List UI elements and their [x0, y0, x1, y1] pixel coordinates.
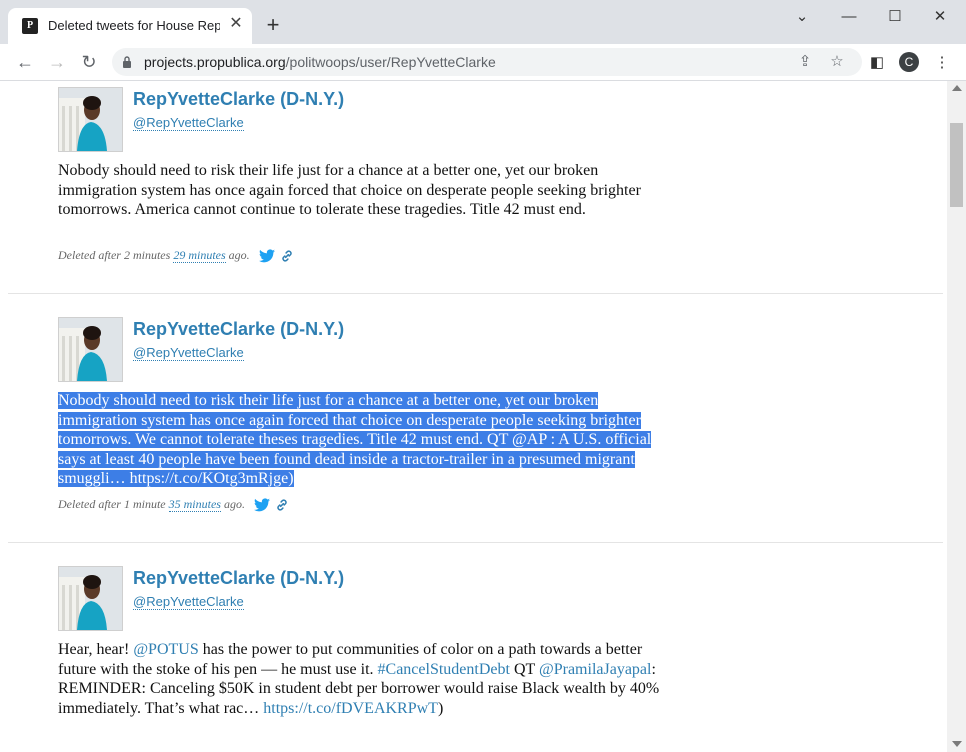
relative-time-link[interactable]: 29 minutes [173, 248, 226, 263]
tab-search-chevron-icon[interactable]: ⌄ [785, 6, 819, 28]
tweet-text-segment: Hear, hear! [58, 641, 134, 658]
tweet-text-segment: QT [509, 660, 539, 678]
tweet-author-handle[interactable]: @RepYvetteClarke [133, 345, 244, 361]
url-text: projects.propublica.org/politwoops/user/… [144, 54, 496, 70]
url-domain: projects.propublica.org [144, 54, 286, 70]
tweet-text-segment: ) [437, 699, 444, 717]
side-panel-icon[interactable]: ◧ [866, 52, 888, 74]
deleted-after-text: Deleted after 1 minute [58, 497, 166, 511]
tweet-author-handle[interactable]: @RepYvetteClarke [133, 594, 244, 610]
mention-link[interactable]: @PramilaJayapal [539, 661, 651, 678]
profile-photo[interactable] [58, 317, 123, 382]
share-icon[interactable]: ⇪ [794, 51, 816, 73]
hashtag-link[interactable]: #CancelStudentDebt [378, 661, 510, 678]
browser-tab[interactable]: P Deleted tweets for House Represe ✕ [8, 8, 252, 44]
profile-photo-image [59, 318, 122, 381]
bookmark-star-icon[interactable]: ☆ [826, 51, 848, 73]
tweet-meta: Deleted after 1 minute 35 minutes ago. [58, 497, 289, 512]
tco-link[interactable]: https://t.co/fDVEAKRPwT [263, 700, 438, 717]
forward-arrow-icon[interactable]: → [44, 50, 70, 74]
tweet-text: Hear, hear! @POTUS has the power to put … [58, 640, 663, 718]
profile-photo[interactable] [58, 566, 123, 631]
tweet-author-name[interactable]: RepYvetteClarke (D-N.Y.) [133, 89, 344, 110]
scroll-up-arrow-icon[interactable] [952, 85, 962, 91]
ago-text: ago. [223, 497, 245, 511]
lock-icon [123, 56, 131, 68]
vertical-scrollbar[interactable] [947, 81, 966, 752]
permalink-chain-icon[interactable] [275, 498, 289, 512]
ago-text: ago. [228, 248, 250, 262]
browser-titlebar: P Deleted tweets for House Represe ✕ + ⌄… [0, 0, 966, 44]
close-window-icon[interactable]: ✕ [923, 6, 957, 28]
selected-text: Nobody should need to risk their life ju… [58, 392, 652, 488]
new-tab-icon[interactable]: + [262, 14, 284, 36]
back-arrow-icon[interactable]: ← [12, 50, 38, 74]
tweet-author-name[interactable]: RepYvetteClarke (D-N.Y.) [133, 319, 344, 340]
tweet-author-name[interactable]: RepYvetteClarke (D-N.Y.) [133, 568, 344, 589]
tab-title: Deleted tweets for House Represe [48, 18, 220, 33]
scroll-down-arrow-icon[interactable] [952, 741, 962, 747]
profile-avatar[interactable]: C [899, 52, 919, 72]
menu-kebab-icon[interactable]: ⋮ [931, 52, 953, 74]
permalink-chain-icon[interactable] [280, 249, 294, 263]
minimize-icon[interactable]: — [832, 6, 866, 28]
address-bar[interactable]: projects.propublica.org/politwoops/user/… [112, 48, 862, 76]
reload-icon[interactable]: ↻ [76, 50, 102, 74]
tweet-meta: Deleted after 2 minutes 29 minutes ago. [58, 248, 294, 263]
url-path: /politwoops/user/RepYvetteClarke [285, 54, 496, 70]
tweet-divider [8, 542, 943, 543]
twitter-bird-icon[interactable] [258, 249, 275, 263]
mention-link[interactable]: @POTUS [133, 641, 198, 658]
deleted-after-text: Deleted after 2 minutes [58, 248, 171, 262]
profile-photo-image [59, 567, 122, 630]
profile-photo-image [59, 88, 122, 151]
twitter-bird-icon[interactable] [253, 498, 270, 512]
page-content: RepYvetteClarke (D-N.Y.) @RepYvetteClark… [0, 81, 947, 752]
tweet-text-selected: Nobody should need to risk their life ju… [58, 391, 663, 489]
tweet-divider [8, 293, 943, 294]
relative-time-link[interactable]: 35 minutes [168, 497, 221, 512]
browser-toolbar: ← → ↻ projects.propublica.org/politwoops… [0, 44, 966, 81]
profile-photo[interactable] [58, 87, 123, 152]
tweet-text: Nobody should need to risk their life ju… [58, 162, 641, 219]
maximize-icon[interactable]: ☐ [878, 6, 912, 28]
close-tab-icon[interactable]: ✕ [226, 14, 246, 34]
scrollbar-thumb[interactable] [950, 123, 963, 207]
tweet-author-handle[interactable]: @RepYvetteClarke [133, 115, 244, 131]
propublica-favicon-icon: P [22, 18, 38, 34]
